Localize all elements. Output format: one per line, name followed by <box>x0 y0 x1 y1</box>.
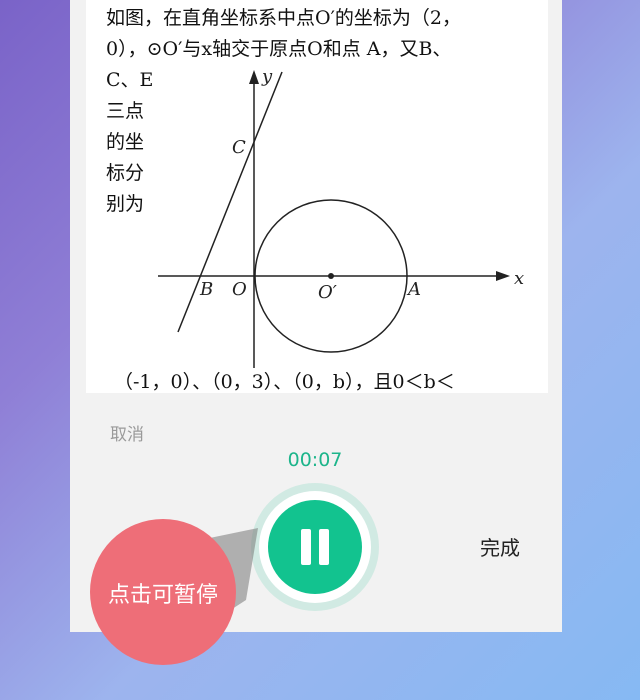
tip-text: 点击可暂停 <box>107 583 218 608</box>
pause-button[interactable] <box>268 500 362 594</box>
